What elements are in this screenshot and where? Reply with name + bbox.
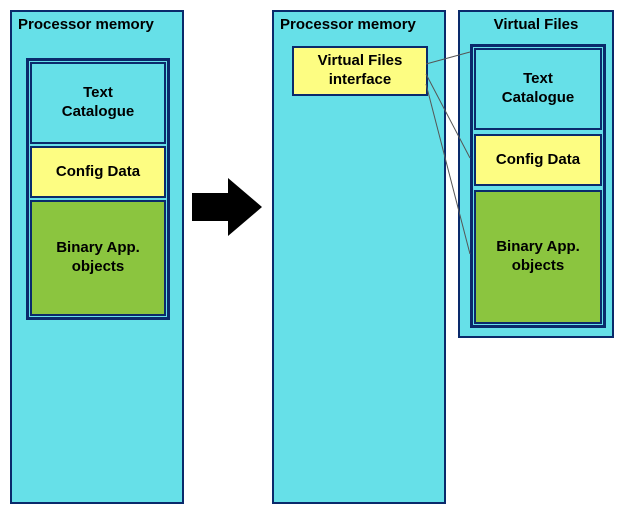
middle-processor-memory-panel: Processor memory Virtual Files interface [272,10,446,504]
right-config-data-block: Config Data [474,134,602,186]
arrow-icon [192,178,262,236]
left-panel-title: Processor memory [12,12,182,35]
right-virtual-files-panel: Virtual Files Text Catalogue Config Data… [458,10,614,338]
left-processor-memory-panel: Processor memory Text Catalogue Config D… [10,10,184,504]
virtual-files-interface-block: Virtual Files interface [292,46,428,96]
left-binary-objects-block: Binary App. objects [30,200,166,316]
middle-panel-title: Processor memory [274,12,444,35]
left-text-catalogue-block: Text Catalogue [30,62,166,144]
left-config-data-block: Config Data [30,146,166,198]
right-text-catalogue-block: Text Catalogue [474,48,602,130]
right-binary-objects-block: Binary App. objects [474,190,602,324]
right-panel-title: Virtual Files [460,12,612,35]
